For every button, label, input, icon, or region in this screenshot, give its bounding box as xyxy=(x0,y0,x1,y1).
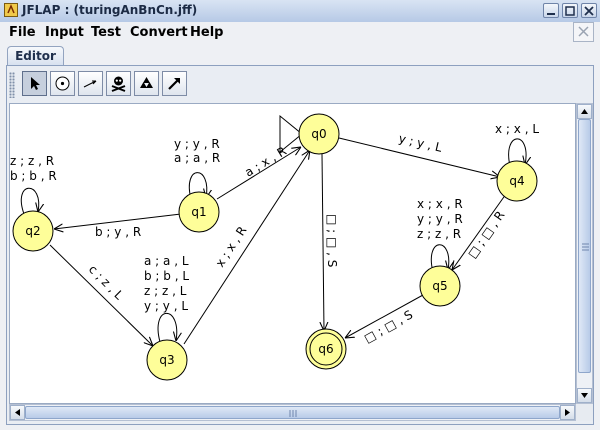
transition-label: c ; z , L xyxy=(86,262,126,302)
transition-q2-q3[interactable] xyxy=(49,244,153,346)
state-q1[interactable]: q1 xyxy=(178,191,220,233)
skull-delete-icon xyxy=(111,76,126,92)
automaton-diagram: y ; y , L a ; x , R b ; y , R y ; y , R … xyxy=(10,113,539,381)
title-bar: JFLAP : (turingAnBnCn.jff) xyxy=(0,0,600,23)
state-q3[interactable]: q3 xyxy=(146,339,188,381)
transition-label: a ; a , R xyxy=(174,151,220,165)
automaton-canvas[interactable]: y ; y , L a ; x , R b ; y , R y ; y , R … xyxy=(9,103,576,404)
grip-icon xyxy=(289,410,297,417)
arrow-left-icon xyxy=(15,409,20,416)
attribute-editor-tool[interactable] xyxy=(22,71,47,96)
transition-label: y ; y , L xyxy=(397,131,443,155)
menu-bar: File Input Test Convert Help xyxy=(0,22,600,42)
transition-label: y ; y , R xyxy=(417,212,463,226)
jflap-app-icon xyxy=(4,3,18,17)
close-editor-button[interactable] xyxy=(573,22,594,42)
pointer-arrow-icon xyxy=(31,77,40,90)
undo-tool[interactable] xyxy=(134,71,159,96)
state-label: q5 xyxy=(432,279,447,293)
transition-label: x ; x , L xyxy=(495,122,539,136)
transition-label: b ; y , R xyxy=(95,225,141,239)
vertical-scrollbar[interactable] xyxy=(576,103,593,404)
state-q5[interactable]: q5 xyxy=(419,265,461,307)
scroll-left-button[interactable] xyxy=(10,405,25,420)
loop-q2[interactable] xyxy=(20,187,38,215)
transition-label: z ; z , R xyxy=(10,154,54,168)
transition-label: b ; b , L xyxy=(144,269,189,283)
tab-strip: Editor xyxy=(0,44,600,66)
transition-label: y ; y , L xyxy=(144,299,188,313)
transition-creator-icon xyxy=(83,80,97,88)
transition-label: □ ; □ , S xyxy=(325,214,339,267)
transition-q0-q6[interactable] xyxy=(322,153,324,331)
state-label: q0 xyxy=(311,127,326,141)
transition-creator-tool[interactable] xyxy=(78,71,103,96)
transition-label: x ; x , R xyxy=(213,224,250,270)
state-label: q2 xyxy=(25,224,40,238)
minimize-button[interactable] xyxy=(543,3,559,18)
window-title: JFLAP : (turingAnBnCn.jff) xyxy=(22,3,198,17)
menu-file[interactable]: File xyxy=(9,25,36,40)
toolbar-grip[interactable] xyxy=(9,72,15,98)
transition-label: a ; a , L xyxy=(144,254,189,268)
scroll-right-button[interactable] xyxy=(560,405,575,420)
state-q6-final[interactable]: q6 xyxy=(305,328,347,370)
grip-icon xyxy=(582,243,589,251)
tab-editor[interactable]: Editor xyxy=(7,46,64,66)
transition-label: x ; x , R xyxy=(417,197,463,211)
redo-arrow-icon xyxy=(168,78,180,90)
close-window-button[interactable] xyxy=(581,3,597,18)
maximize-icon xyxy=(565,6,575,16)
undo-triangles-icon xyxy=(140,77,153,88)
horizontal-scroll-thumb[interactable] xyxy=(25,406,560,419)
menu-input[interactable]: Input xyxy=(45,25,84,40)
deleter-tool[interactable] xyxy=(106,71,131,96)
state-label: q1 xyxy=(191,205,206,219)
state-label: q6 xyxy=(318,342,333,356)
state-q4[interactable]: q4 xyxy=(496,160,538,202)
state-creator-icon xyxy=(55,76,70,91)
vertical-scroll-thumb[interactable] xyxy=(578,119,591,373)
loop-q3[interactable] xyxy=(157,313,177,343)
transition-label: y ; y , R xyxy=(174,137,220,151)
transition-label: □ ; □ , R xyxy=(465,208,508,260)
arrow-up-icon xyxy=(581,109,588,114)
transition-label: □ ; □ , S xyxy=(362,307,416,345)
state-q2[interactable]: q2 xyxy=(12,210,54,252)
menu-test[interactable]: Test xyxy=(91,25,121,40)
state-label: q4 xyxy=(509,174,524,188)
close-icon xyxy=(584,6,594,16)
close-icon xyxy=(578,26,589,37)
editor-toolbar xyxy=(9,70,594,100)
menu-convert[interactable]: Convert xyxy=(130,25,188,40)
transition-label: z ; z , L xyxy=(144,284,187,298)
scroll-up-button[interactable] xyxy=(577,104,592,119)
transition-label: b ; b , R xyxy=(10,169,57,183)
horizontal-scrollbar[interactable] xyxy=(9,404,576,421)
arrow-down-icon xyxy=(581,393,588,398)
state-label: q3 xyxy=(159,353,174,367)
state-creator-tool[interactable] xyxy=(50,71,75,96)
redo-tool[interactable] xyxy=(162,71,187,96)
transition-label: a ; x , R xyxy=(242,144,289,180)
menu-help[interactable]: Help xyxy=(190,25,223,40)
arrow-right-icon xyxy=(565,409,570,416)
scrollbar-corner xyxy=(576,404,593,421)
state-q0[interactable]: q0 xyxy=(298,113,340,155)
transition-q3-q0[interactable] xyxy=(183,150,310,345)
minimize-icon xyxy=(547,13,555,15)
maximize-button[interactable] xyxy=(562,3,578,18)
scroll-down-button[interactable] xyxy=(577,388,592,403)
transition-label: z ; z , R xyxy=(417,227,461,241)
